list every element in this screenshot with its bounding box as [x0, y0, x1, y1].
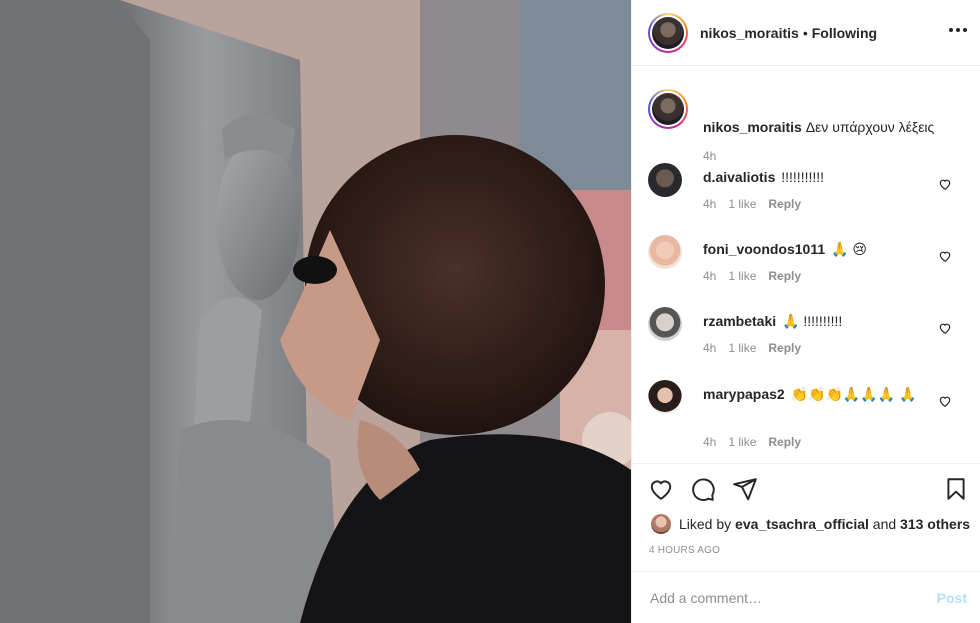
separator-dot: •: [802, 24, 808, 41]
reply-button[interactable]: Reply: [768, 269, 801, 283]
caption-text: nikos_moraitis Δεν υπάρχουν λέξεις: [703, 119, 934, 135]
caption-username[interactable]: nikos_moraitis: [703, 119, 802, 135]
comment-item: d.aivaliotis !!!!!!!!!!! 4h 1 like Reply: [648, 163, 968, 223]
commenter-avatar[interactable]: [648, 380, 682, 414]
likes-prefix: Liked by: [679, 516, 732, 532]
liker-username[interactable]: eva_tsachra_official: [735, 516, 869, 532]
comment-meta: 4h 1 like Reply: [703, 435, 801, 449]
comment-body: 🙏 😢: [831, 241, 867, 257]
author-username[interactable]: nikos_moraitis: [700, 25, 799, 41]
comment-item: rzambetaki 🙏 !!!!!!!!!! 4h 1 like Reply: [648, 307, 968, 367]
comment-meta: 4h 1 like Reply: [703, 341, 801, 355]
add-comment-bar: Post: [632, 571, 980, 623]
comment-body: 👏👏👏🙏🙏🙏 🙏: [790, 386, 917, 402]
heart-icon[interactable]: [648, 476, 674, 502]
post-actions: Liked by eva_tsachra_official and 313 ot…: [632, 463, 980, 571]
share-icon[interactable]: [732, 476, 758, 502]
caption-avatar[interactable]: [648, 89, 688, 129]
bookmark-icon[interactable]: [943, 476, 969, 502]
photo-illustration: [0, 0, 631, 623]
like-comment-heart-icon[interactable]: [938, 249, 952, 263]
comment-time: 4h: [703, 341, 717, 355]
caption-body: Δεν υπάρχουν λέξεις: [805, 119, 935, 135]
commenter-username[interactable]: rzambetaki: [703, 313, 776, 329]
more-icon[interactable]: [949, 27, 967, 33]
comment-likes[interactable]: 1 like: [728, 269, 756, 283]
likes-summary: Liked by eva_tsachra_official and 313 ot…: [651, 514, 970, 534]
comment-icon[interactable]: [690, 476, 716, 502]
like-comment-heart-icon[interactable]: [938, 394, 952, 408]
caption-time: 4h: [703, 149, 717, 163]
commenter-username[interactable]: foni_voondos1011: [703, 241, 825, 257]
comment-likes[interactable]: 1 like: [728, 197, 756, 211]
commenter-avatar[interactable]: [648, 307, 682, 341]
comment-item: foni_voondos1011 🙏 😢 4h 1 like Reply: [648, 235, 968, 295]
post-comment-button[interactable]: Post: [937, 590, 967, 606]
post-photo[interactable]: [0, 0, 631, 623]
comment-time: 4h: [703, 269, 717, 283]
comment-text: rzambetaki 🙏 !!!!!!!!!!: [703, 312, 928, 330]
commenter-username[interactable]: d.aivaliotis: [703, 169, 775, 185]
comment-body: !!!!!!!!!!!: [781, 169, 825, 185]
comment-text: d.aivaliotis !!!!!!!!!!!: [703, 168, 928, 186]
reply-button[interactable]: Reply: [768, 197, 801, 211]
like-comment-heart-icon[interactable]: [938, 321, 952, 335]
commenter-avatar[interactable]: [648, 235, 682, 269]
comment-text: marypapas2 👏👏👏🙏🙏🙏 🙏: [703, 385, 928, 403]
post-header: nikos_moraitis • Following: [632, 0, 980, 66]
reply-button[interactable]: Reply: [768, 341, 801, 355]
comment-likes[interactable]: 1 like: [728, 435, 756, 449]
likes-and: and: [872, 516, 897, 532]
comment-input[interactable]: [650, 589, 937, 606]
liker-avatar[interactable]: [651, 514, 671, 534]
follow-button[interactable]: Following: [812, 25, 877, 41]
comment-body: 🙏 !!!!!!!!!!: [782, 313, 843, 329]
post-timestamp[interactable]: 4 HOURS AGO: [649, 545, 720, 556]
comment-meta: 4h 1 like Reply: [703, 269, 801, 283]
comment-item: marypapas2 👏👏👏🙏🙏🙏 🙏 4h 1 like Reply: [648, 380, 968, 460]
comment-meta: 4h 1 like Reply: [703, 197, 801, 211]
likes-others-link[interactable]: 313 others: [900, 516, 970, 532]
commenter-avatar[interactable]: [648, 163, 682, 197]
commenter-username[interactable]: marypapas2: [703, 386, 785, 402]
comment-time: 4h: [703, 197, 717, 211]
author-avatar[interactable]: [648, 12, 688, 53]
comment-likes[interactable]: 1 like: [728, 341, 756, 355]
post-panel: nikos_moraitis • Following nikos_moraiti…: [631, 0, 980, 623]
reply-button[interactable]: Reply: [768, 435, 801, 449]
comment-time: 4h: [703, 435, 717, 449]
comment-text: foni_voondos1011 🙏 😢: [703, 240, 928, 258]
like-comment-heart-icon[interactable]: [938, 177, 952, 191]
action-icons: [648, 476, 758, 502]
comments-list[interactable]: nikos_moraitis Δεν υπάρχουν λέξεις 4h d.…: [632, 67, 980, 462]
